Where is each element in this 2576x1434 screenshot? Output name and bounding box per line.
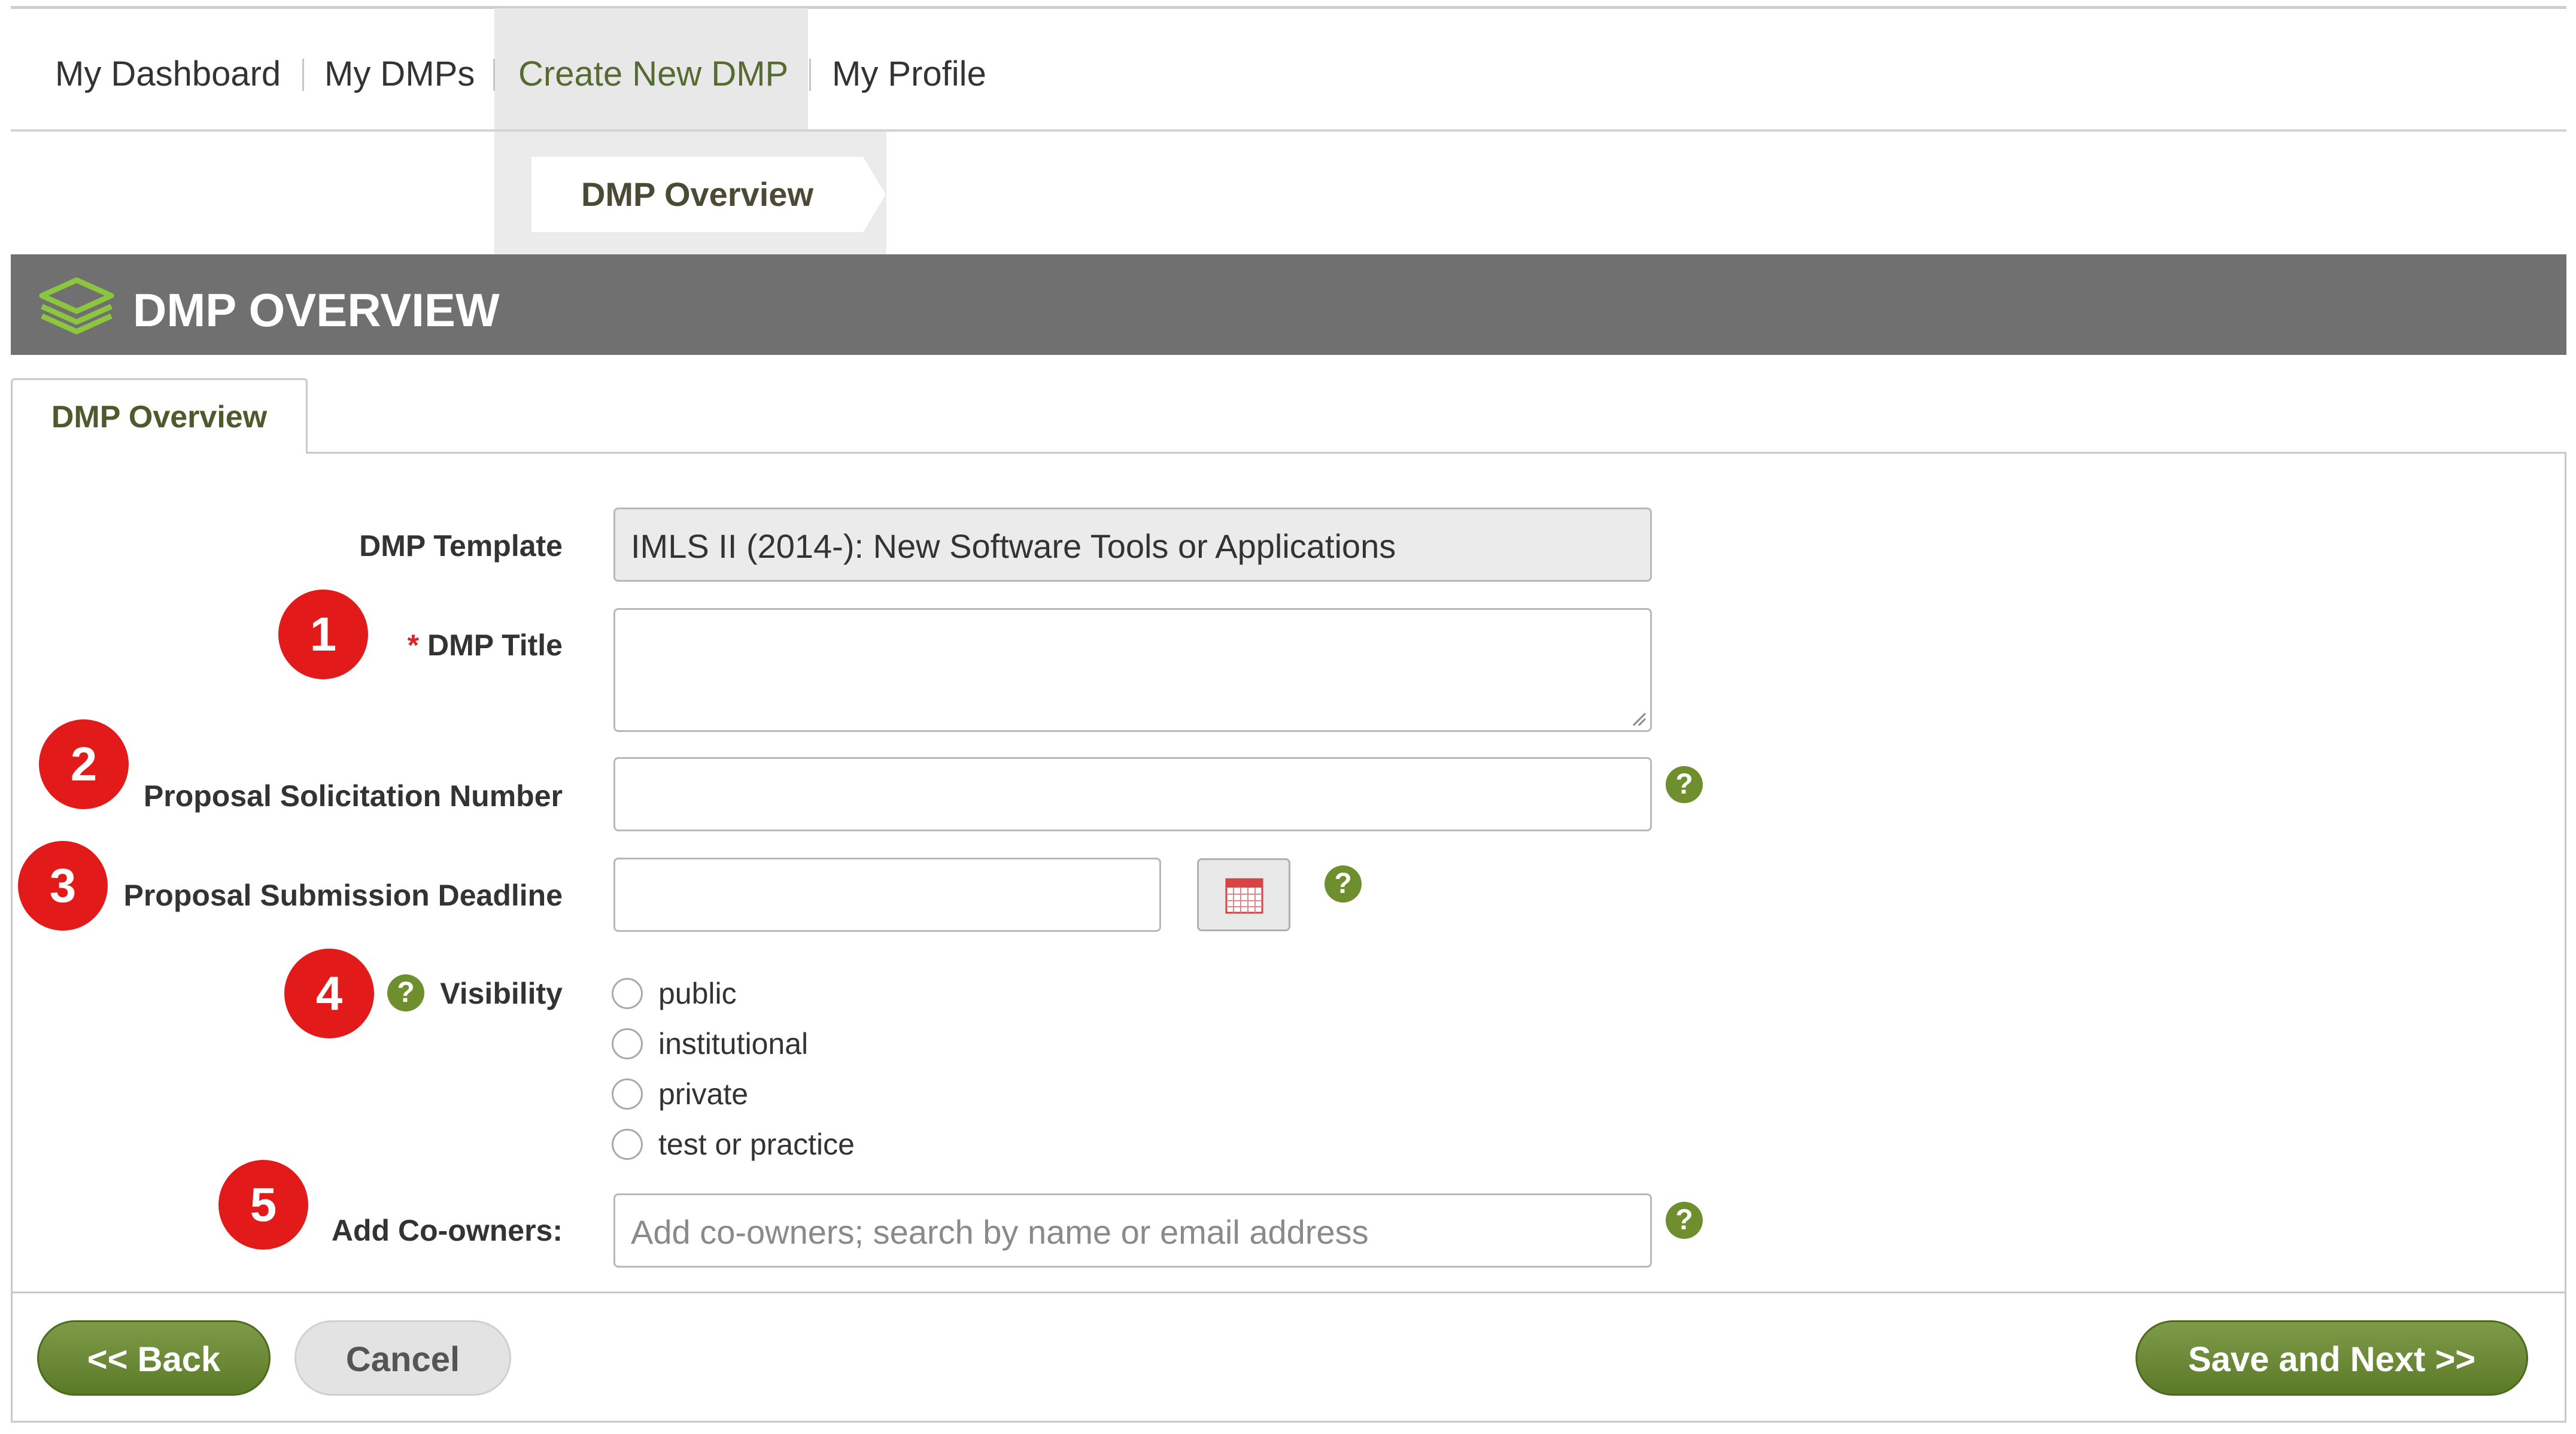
page-title: DMP OVERVIEW (133, 284, 500, 336)
calendar-button[interactable] (1197, 858, 1290, 931)
solicitation-input[interactable] (613, 757, 1652, 831)
step-current-label[interactable]: DMP Overview (531, 157, 863, 232)
visibility-label: Visibility (440, 977, 563, 1010)
help-icon[interactable]: ? (1325, 865, 1362, 903)
radio-private-label[interactable]: private (658, 1077, 748, 1111)
required-asterisk: * (407, 628, 420, 662)
nav-separator (493, 59, 495, 91)
template-value: IMLS II (2014-): New Software Tools or A… (631, 527, 1396, 565)
step-arrow (863, 157, 886, 232)
nav-my-profile[interactable]: My Profile (832, 55, 986, 93)
back-button[interactable]: << Back (37, 1320, 271, 1396)
top-border (11, 6, 2566, 9)
tab-dmp-overview[interactable]: DMP Overview (11, 378, 308, 454)
help-icon[interactable]: ? (387, 974, 424, 1011)
coowners-placeholder: Add co-owners; search by name or email a… (631, 1213, 1369, 1251)
title-textarea[interactable] (613, 608, 1652, 732)
nav-create-new-dmp[interactable]: Create New DMP (518, 55, 788, 93)
nav-bottom-border (11, 129, 2566, 132)
title-label-wrap: * DMP Title (359, 627, 563, 663)
save-and-next-button[interactable]: Save and Next >> (2135, 1320, 2528, 1396)
layers-icon (39, 277, 114, 335)
radio-institutional-label[interactable]: institutional (658, 1027, 808, 1061)
help-icon[interactable]: ? (1666, 766, 1703, 803)
coowners-label: Add Co-owners: (331, 1214, 563, 1247)
cancel-button[interactable]: Cancel (294, 1320, 511, 1396)
radio-public-label[interactable]: public (658, 977, 737, 1010)
nav-separator (302, 59, 304, 91)
radio-test-or-practice-label[interactable]: test or practice (658, 1128, 855, 1161)
solicitation-label: Proposal Solicitation Number (143, 779, 563, 813)
radio-test-or-practice[interactable] (612, 1129, 643, 1160)
radio-public[interactable] (612, 978, 643, 1009)
help-icon[interactable]: ? (1666, 1202, 1703, 1239)
template-field: IMLS II (2014-): New Software Tools or A… (613, 508, 1652, 582)
nav-my-dmps[interactable]: My DMPs (324, 55, 475, 93)
form-panel (11, 452, 2566, 1423)
nav-separator (809, 59, 811, 91)
deadline-label: Proposal Submission Deadline (123, 879, 563, 912)
calendar-icon (1225, 878, 1263, 914)
coowners-input[interactable]: Add co-owners; search by name or email a… (613, 1193, 1652, 1268)
annotation-marker-3: 3 (18, 841, 108, 931)
title-label: DMP Title (427, 628, 563, 662)
annotation-marker-2: 2 (39, 719, 129, 809)
deadline-input[interactable] (613, 858, 1161, 932)
panel-footer-divider (11, 1292, 2566, 1293)
nav-my-dashboard[interactable]: My Dashboard (55, 55, 281, 93)
template-label: DMP Template (359, 529, 563, 563)
resize-grip-icon[interactable] (1631, 711, 1647, 727)
annotation-marker-4: 4 (284, 949, 374, 1038)
annotation-marker-1: 1 (278, 590, 368, 679)
radio-institutional[interactable] (612, 1028, 643, 1059)
radio-private[interactable] (612, 1078, 643, 1110)
